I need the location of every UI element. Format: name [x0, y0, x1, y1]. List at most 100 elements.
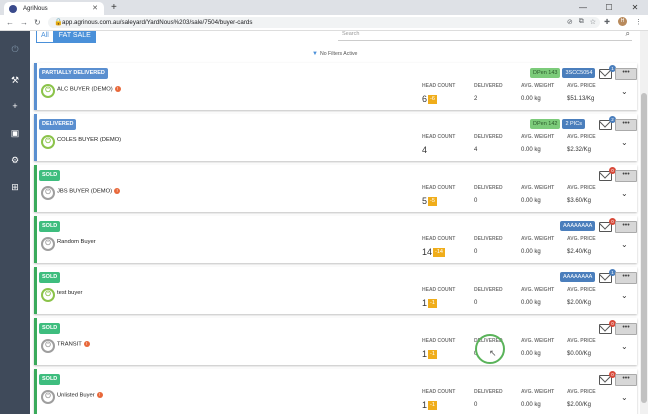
gavel-icon[interactable]: ⚒ [7, 72, 23, 88]
window-controls: — ☐ ✕ [570, 0, 648, 15]
avg-weight-label: AVG. WEIGHT [521, 389, 555, 395]
head-count-value: 14 -14 [422, 247, 445, 258]
envelope-icon[interactable]: 0 [599, 167, 616, 181]
buyer-card[interactable]: SOLD ⏻ Random Buyer HEAD COUNT DELIVERED… [34, 216, 637, 263]
profile-avatar[interactable]: H [618, 17, 627, 26]
users-cog-icon[interactable]: ⚙ [7, 152, 23, 168]
power-icon[interactable]: ⏻ [41, 186, 55, 200]
id-card-icon[interactable]: ▣ [7, 125, 23, 141]
more-options-button[interactable]: ••• [615, 374, 637, 386]
browser-tab[interactable]: AgriNous ✕ [4, 2, 104, 15]
chevron-down-icon[interactable]: ⌄ [621, 393, 628, 402]
status-badge: PARTIALLY DELIVERED [39, 68, 108, 79]
head-count-value: 1 -1 [422, 298, 437, 309]
buyer-name: ALC BUYER (DEMO)! [57, 86, 121, 93]
browser-menu-icon[interactable]: ⋮ [635, 18, 642, 26]
chevron-down-icon[interactable]: ⌄ [621, 189, 628, 198]
avg-weight-label: AVG. WEIGHT [521, 338, 555, 344]
delivered-value: 0 [474, 249, 478, 255]
page-scrollbar[interactable] [640, 31, 648, 414]
envelope-icon[interactable]: 0 [599, 218, 616, 232]
pen-badge[interactable]: DPen 143 [530, 68, 561, 78]
info-icon[interactable]: ! [114, 86, 121, 92]
address-bar[interactable]: 🔒 app.agrinous.com.au/saleyard/YardNous%… [48, 17, 600, 28]
pen-badge[interactable]: AAAAAAAA [560, 272, 596, 282]
filter-fat-sale-button[interactable]: FAT SALE [53, 31, 96, 43]
search-input[interactable]: Search ⌕ [338, 31, 632, 41]
avg-price-label: AVG. PRICE [567, 134, 596, 140]
envelope-icon[interactable]: 1 [599, 65, 616, 79]
plus-icon[interactable]: + [7, 98, 23, 114]
avg-weight-value: 0.00 kg [521, 96, 541, 102]
pen-badge[interactable]: 3SCC5054 [562, 68, 596, 78]
chevron-down-icon[interactable]: ⌄ [621, 138, 628, 147]
pen-badge[interactable]: 2 PICs [562, 119, 585, 129]
head-count-value: 4 [422, 145, 428, 155]
info-icon[interactable]: ! [96, 392, 103, 398]
money-icon[interactable]: ⊞ [7, 179, 23, 195]
power-icon[interactable]: ⏻ [41, 339, 55, 353]
chevron-down-icon[interactable]: ⌄ [621, 342, 628, 351]
pen-badge[interactable]: AAAAAAAA [560, 221, 596, 231]
avg-weight-label: AVG. WEIGHT [521, 236, 555, 242]
envelope-icon[interactable]: 2 [599, 116, 616, 130]
buyer-card[interactable]: SOLD ⏻ Unlisted Buyer! HEAD COUNT DELIVE… [34, 369, 637, 414]
buyer-card[interactable]: SOLD ⏻ JBS BUYER (DEMO)! HEAD COUNT DELI… [34, 165, 637, 212]
forward-icon[interactable]: → [20, 18, 28, 27]
power-icon[interactable]: ⏻ [41, 390, 55, 404]
avg-weight-value: 0.00 kg [521, 351, 541, 357]
head-count-label: HEAD COUNT [422, 389, 456, 395]
buyer-card[interactable]: SOLD ⏻ test buyer HEAD COUNT DELIVERED A… [34, 267, 637, 314]
open-in-app-icon[interactable]: ⧉ [579, 18, 584, 26]
envelope-icon[interactable]: 1 [599, 269, 616, 283]
head-count-label: HEAD COUNT [422, 185, 456, 191]
head-count-value: 1 -1 [422, 349, 437, 360]
power-icon[interactable]: ⏻ [7, 41, 23, 57]
back-icon[interactable]: ← [6, 18, 14, 27]
envelope-icon[interactable]: 0 [599, 320, 616, 334]
delivered-value: 0 [474, 198, 478, 204]
power-icon[interactable]: ⏻ [41, 135, 55, 149]
buyer-card[interactable]: PARTIALLY DELIVERED ⏻ ALC BUYER (DEMO)! … [34, 63, 637, 110]
more-options-button[interactable]: ••• [615, 119, 637, 131]
close-window-icon[interactable]: ✕ [622, 3, 648, 12]
avg-price-value: $2.00/Kg [567, 300, 592, 306]
close-tab-icon[interactable]: ✕ [92, 4, 98, 12]
power-icon[interactable]: ⏻ [41, 84, 55, 98]
delivered-label: DELIVERED [474, 236, 503, 242]
new-tab-icon[interactable]: + [111, 2, 117, 13]
scrollbar-thumb[interactable] [641, 93, 647, 403]
maximize-icon[interactable]: ☐ [596, 3, 622, 12]
info-icon[interactable]: ! [83, 341, 90, 347]
minimize-icon[interactable]: — [570, 3, 596, 12]
head-count-value: 1 -1 [422, 400, 437, 411]
more-options-button[interactable]: ••• [615, 323, 637, 335]
search-icon[interactable]: ⌕ [626, 31, 630, 39]
power-icon[interactable]: ⏻ [41, 288, 55, 302]
buyer-card[interactable]: SOLD ⏻ TRANSIT! HEAD COUNT DELIVERED AVG… [34, 318, 637, 365]
chevron-down-icon[interactable]: ⌄ [621, 87, 628, 96]
filter-all-button[interactable]: All [36, 31, 54, 43]
more-options-button[interactable]: ••• [615, 68, 637, 80]
reload-icon[interactable]: ↻ [34, 18, 41, 27]
chevron-down-icon[interactable]: ⌄ [621, 240, 628, 249]
favicon-icon [9, 4, 17, 13]
status-badge: SOLD [39, 374, 61, 385]
more-options-button[interactable]: ••• [615, 170, 637, 182]
card-badges: DPen 143 3SCC5054 [530, 68, 596, 78]
pen-badge[interactable]: DPen 142 [530, 119, 561, 129]
more-options-button[interactable]: ••• [615, 221, 637, 233]
camera-blocked-icon[interactable]: ⊘ [567, 18, 573, 26]
more-options-button[interactable]: ••• [615, 272, 637, 284]
buyer-card[interactable]: DELIVERED ⏻ COLES BUYER (DEMO) HEAD COUN… [34, 114, 637, 161]
info-icon[interactable]: ! [114, 188, 121, 194]
card-badges: AAAAAAAA [560, 272, 596, 282]
no-filters-indicator[interactable]: ▼ No Filters Active [312, 51, 357, 57]
avg-price-value: $2.40/Kg [567, 249, 592, 255]
buyer-name: JBS BUYER (DEMO)! [57, 188, 121, 195]
power-icon[interactable]: ⏻ [41, 237, 55, 251]
chevron-down-icon[interactable]: ⌄ [621, 291, 628, 300]
envelope-icon[interactable]: 0 [599, 371, 616, 385]
extensions-icon[interactable]: ✚ [604, 18, 610, 26]
bookmark-star-icon[interactable]: ☆ [590, 18, 596, 26]
